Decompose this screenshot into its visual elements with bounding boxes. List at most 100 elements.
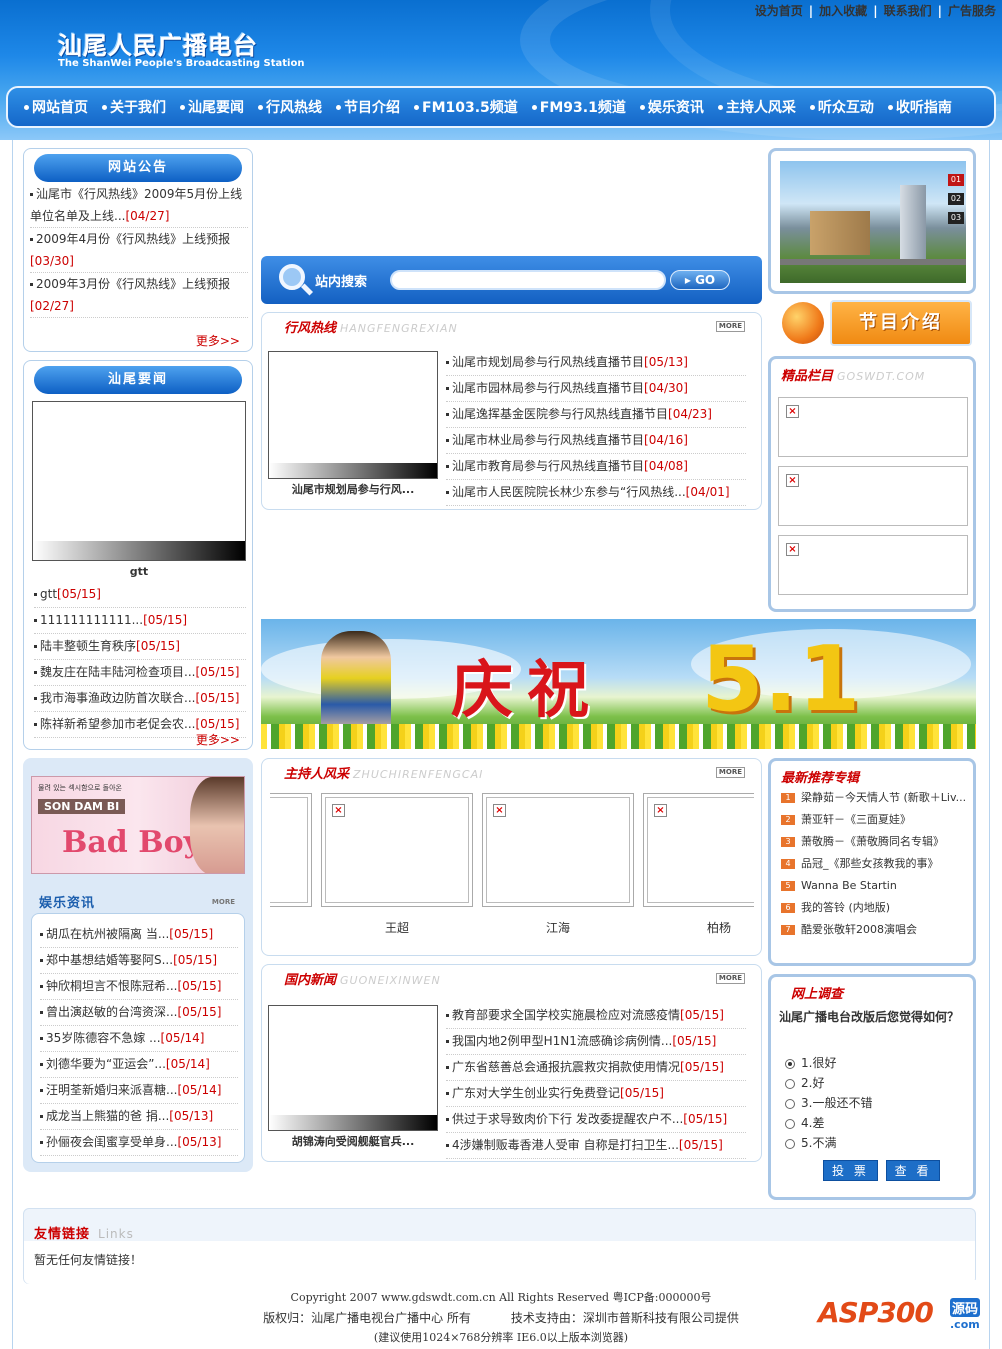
list-item[interactable]: 汕尾市教育局参与行风热线直播节目[04/08] (446, 454, 746, 480)
local-news-more-link[interactable]: 更多>> (196, 731, 240, 748)
radio-button[interactable] (785, 1058, 795, 1069)
album-item[interactable]: 4 品冠_《那些女孩教我的事》 (781, 857, 967, 871)
entertainment-more[interactable]: MORE (210, 898, 237, 907)
photo-road (780, 259, 966, 265)
nav-home[interactable]: 网站首页 (24, 97, 88, 117)
nav-fm1035[interactable]: FM103.5频道 (414, 97, 518, 117)
list-item[interactable]: gtt[05/15] (34, 582, 246, 608)
hosts-more-button[interactable]: MORE (715, 767, 745, 778)
site-logo-cn[interactable]: 汕尾人民广播电台 (58, 26, 258, 61)
list-item[interactable]: 汕尾逸挥基金医院参与行风热线直播节目[04/23] (446, 402, 746, 428)
nav-entertainment[interactable]: 娱乐资讯 (639, 97, 704, 117)
host-name-1[interactable]: 王超 (321, 919, 473, 936)
list-item[interactable]: 111111111111...[05/15] (34, 608, 246, 634)
survey-option-4[interactable]: 4.差 (785, 1113, 955, 1133)
nav-listen-guide[interactable]: 收听指南 (887, 97, 952, 117)
list-item[interactable]: 汕尾市《行风热线》2009年5月份上线单位名单及上线...[04/27] (30, 183, 248, 228)
list-item[interactable]: 教育部要求全国学校实施晨检应对流感疫情[05/15] (446, 1003, 746, 1029)
survey-option-2[interactable]: 2.好 (785, 1073, 955, 1093)
featured-slot-3[interactable]: × (778, 535, 968, 595)
slide-number-2[interactable]: 02 (948, 193, 964, 205)
friend-links-box: 友情链接 Links 暂无任何友情链接！ (23, 1208, 976, 1284)
list-item[interactable]: 汕尾市规划局参与行风热线直播节目[05/13] (446, 350, 746, 376)
list-item[interactable]: 我国内地2例甲型H1N1流感确诊病例情...[05/15] (446, 1029, 746, 1055)
local-news-image[interactable] (32, 401, 246, 561)
radio-button[interactable] (785, 1078, 795, 1089)
nav-interaction[interactable]: 听众互动 (809, 97, 874, 117)
featured-slot-2[interactable]: × (778, 466, 968, 526)
list-item[interactable]: 汕尾市林业局参与行风热线直播节目[04/16] (446, 428, 746, 454)
album-item[interactable]: 3 萧敬腾－《萧敬腾同名专辑》 (781, 835, 967, 849)
list-item[interactable]: 刘德华要为“亚运会”...[05/14] (40, 1052, 238, 1078)
radio-button[interactable] (785, 1118, 795, 1129)
hotline-more-button[interactable]: MORE (715, 321, 745, 332)
domestic-image[interactable] (268, 1005, 438, 1131)
list-item[interactable]: 汪明荃新婚归来派喜糖...[05/14] (40, 1078, 238, 1104)
survey-option-3[interactable]: 3.一般还不错 (785, 1093, 955, 1113)
list-item[interactable]: 4涉嫌制贩毒香港人受审 自称是打扫卫生...[05/15] (446, 1133, 746, 1159)
radio-button[interactable] (785, 1098, 795, 1109)
search-bar: 站内搜索 ▸ GO (261, 256, 762, 304)
survey-title: 网上调查 (791, 987, 844, 1002)
list-item[interactable]: 孙俪夜会闺蜜享受单身...[05/13] (40, 1130, 238, 1156)
nav-fm931[interactable]: FM93.1频道 (531, 97, 626, 117)
album-item[interactable]: 2 萧亚轩－《三面夏娃》 (781, 813, 967, 827)
album-item[interactable]: 6 我的答铃 (内地版) (781, 901, 967, 915)
nav-hotline[interactable]: 行风热线 (258, 97, 322, 117)
local-news-image-caption[interactable]: gtt (32, 565, 246, 578)
list-item[interactable]: 35岁陈德容不急嫁 ...[05/14] (40, 1026, 238, 1052)
vote-button[interactable]: 投 票 (823, 1160, 878, 1181)
list-item[interactable]: 我市海事渔政边防首次联合...[05/15] (34, 686, 246, 712)
slide-number-1[interactable]: 01 (948, 174, 964, 186)
list-item[interactable]: 汕尾市人民医院院长林少东参与“行风热线...[04/01] (446, 480, 746, 506)
list-item[interactable]: 广东省慈善总会通报抗震救灾捐款使用情况[05/15] (446, 1055, 746, 1081)
domestic-image-caption[interactable]: 胡锦涛向受阅舰艇官兵... (268, 1133, 438, 1149)
entertainment-banner[interactable]: 물려 있는 섹시함으로 돌아온 SON DAM BI Bad Boy (31, 776, 245, 874)
list-item[interactable]: 汕尾市园林局参与行风热线直播节目[04/30] (446, 376, 746, 402)
host-photo-2[interactable]: × (482, 793, 634, 907)
domestic-more-button[interactable]: MORE (715, 973, 745, 984)
list-item[interactable]: 曾出演赵敏的台湾资深...[05/15] (40, 1000, 238, 1026)
add-favorite-link[interactable]: 加入收藏 (819, 4, 867, 18)
album-item[interactable]: 1 梁静茹－今天情人节 (新歌＋Liv... (781, 791, 967, 805)
survey-option-1[interactable]: 1.很好 (785, 1053, 955, 1073)
nav-programs[interactable]: 节目介绍 (336, 97, 400, 117)
nav-about[interactable]: 关于我们 (102, 97, 166, 117)
contact-us-link[interactable]: 联系我们 (884, 4, 932, 18)
list-item[interactable]: 胡瓜在杭州被隔离 当...[05/15] (40, 922, 238, 948)
album-item[interactable]: 7 酷爱张敬轩2008演唱会 (781, 923, 967, 937)
view-results-button[interactable]: 查 看 (885, 1160, 941, 1181)
list-item[interactable]: 钟欣桐坦言不恨陈冠希...[05/15] (40, 974, 238, 1000)
radio-button[interactable] (785, 1138, 795, 1149)
album-item[interactable]: 5 Wanna Be Startin (781, 879, 967, 893)
notice-more-link[interactable]: 更多>> (196, 332, 240, 349)
list-item[interactable]: 成龙当上熊猫的爸 捐...[05/13] (40, 1104, 238, 1130)
list-item[interactable]: 广东对大学生创业实行免费登记[05/15] (446, 1081, 746, 1107)
survey-option-5[interactable]: 5.不满 (785, 1133, 955, 1153)
hotline-image-caption[interactable]: 汕尾市规划局参与行风... (268, 481, 438, 497)
list-item[interactable]: 供过于求导致肉价下行 发改委提醒农户不...[05/15] (446, 1107, 746, 1133)
nav-hosts[interactable]: 主持人风采 (717, 97, 796, 117)
host-photo-3[interactable]: × (643, 793, 754, 907)
nav-local-news[interactable]: 汕尾要闻 (180, 97, 244, 117)
host-photo-1[interactable]: × (321, 793, 473, 907)
program-intro-banner[interactable]: 节目介绍 (768, 298, 976, 350)
city-photo[interactable] (780, 161, 966, 283)
local-news-box: 汕尾要闻 gtt gtt[05/15] 111111111111...[05/1… (23, 360, 253, 750)
slide-number-3[interactable]: 03 (948, 212, 964, 224)
set-homepage-link[interactable]: 设为首页 (755, 4, 803, 18)
search-input[interactable] (390, 270, 666, 290)
featured-slot-1[interactable]: × (778, 397, 968, 457)
host-photo-partial[interactable] (270, 793, 312, 907)
hotline-image[interactable] (268, 351, 438, 479)
list-item[interactable]: 2009年3月份《行风热线》上线预报 [02/27] (30, 273, 248, 318)
host-name-2[interactable]: 江海 (482, 919, 634, 936)
ad-service-link[interactable]: 广告服务 (948, 4, 996, 18)
list-item[interactable]: 陆丰整顿生育秩序[05/15] (34, 634, 246, 660)
may-day-banner[interactable]: 庆祝 5.1 (261, 619, 976, 749)
list-item[interactable]: 魏友庄在陆丰陆河检查项目...[05/15] (34, 660, 246, 686)
search-go-button[interactable]: ▸ GO (670, 270, 730, 290)
list-item[interactable]: 郑中基想结婚等娶阿S...[05/15] (40, 948, 238, 974)
list-item[interactable]: 2009年4月份《行风热线》上线预报 [03/30] (30, 228, 248, 273)
asp300-badge[interactable]: ASP300 源码 .com (812, 1280, 988, 1338)
